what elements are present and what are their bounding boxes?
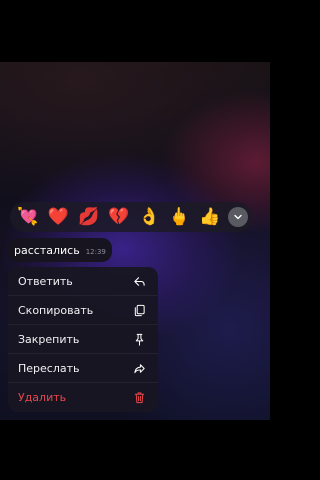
forward-icon bbox=[134, 363, 145, 373]
menu-item-delete[interactable]: Удалить bbox=[8, 383, 158, 412]
message-text: расстались bbox=[14, 243, 80, 257]
menu-item-forward[interactable]: Переслать bbox=[8, 354, 158, 383]
menu-item-label: Закрепить bbox=[18, 332, 80, 346]
menu-item-label: Скопировать bbox=[18, 303, 94, 317]
reaction-heart-with-arrow[interactable]: 💘 bbox=[16, 205, 40, 229]
menu-item-label: Переслать bbox=[18, 361, 80, 375]
menu-item-copy[interactable]: Скопировать bbox=[8, 296, 158, 325]
reaction-ok-hand[interactable]: 👌 bbox=[137, 205, 161, 229]
message-time: 12:39 bbox=[85, 248, 106, 256]
message-bubble[interactable]: расстались 12:39 bbox=[8, 238, 112, 262]
menu-item-pin[interactable]: Закрепить bbox=[8, 325, 158, 354]
reaction-red-heart[interactable]: ❤️ bbox=[46, 205, 70, 229]
reaction-kiss-mark[interactable]: 💋 bbox=[77, 205, 101, 229]
reaction-thumbs-up[interactable]: 👍 bbox=[198, 205, 222, 229]
reaction-middle-finger[interactable]: 🖕 bbox=[167, 205, 191, 229]
reaction-broken-heart[interactable]: 💔 bbox=[107, 205, 131, 229]
menu-item-label: Ответить bbox=[18, 274, 73, 288]
chat-screen: 💘 ❤️ 💋 💔 👌 🖕 👍 расстались 12:39 Ответить… bbox=[0, 62, 270, 420]
reply-icon bbox=[134, 276, 145, 286]
menu-item-label: Удалить bbox=[18, 391, 67, 404]
reaction-bar: 💘 ❤️ 💋 💔 👌 🖕 👍 bbox=[10, 202, 252, 232]
context-menu: Ответить Скопировать Закрепить Переслать bbox=[8, 267, 158, 412]
menu-item-reply[interactable]: Ответить bbox=[8, 267, 158, 296]
pin-icon bbox=[135, 333, 144, 346]
copy-icon bbox=[134, 304, 145, 316]
expand-reactions-button[interactable] bbox=[227, 207, 248, 227]
chevron-down-icon bbox=[234, 214, 242, 220]
trash-icon bbox=[134, 392, 145, 404]
